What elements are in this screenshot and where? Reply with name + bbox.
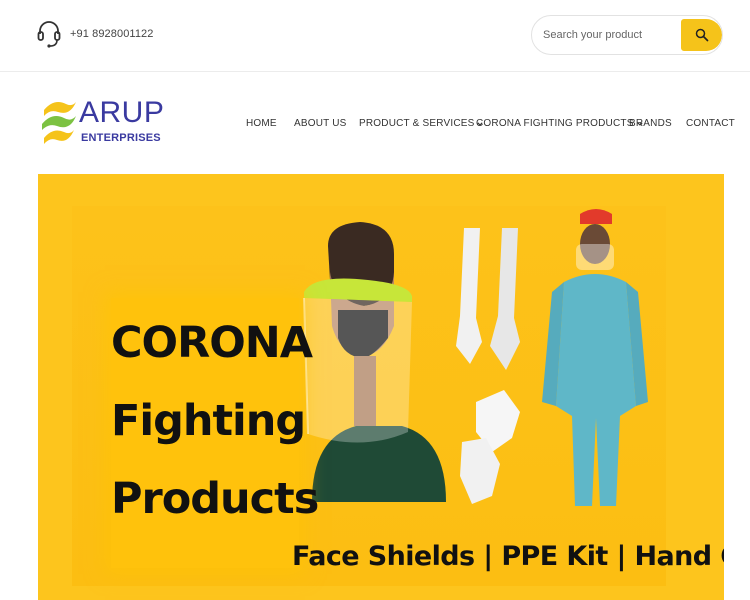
- top-bar: +91 8928001122: [0, 0, 750, 72]
- headline-line-3: Products: [111, 474, 319, 524]
- main-nav: HOME ABOUT US PRODUCT & SERVICES CORONA …: [0, 118, 750, 132]
- gloves-illustration: [456, 228, 520, 504]
- nav-corona-label: CORONA FIGHTING PRODUCTS: [476, 118, 634, 129]
- headline-line-1: CORONA: [111, 318, 313, 368]
- headline-line-2: Fighting: [111, 396, 306, 446]
- search-input[interactable]: [532, 16, 678, 54]
- phone-number[interactable]: +91 8928001122: [70, 28, 153, 40]
- search-icon: [695, 28, 708, 42]
- banner-headline: CORONA Fighting Products: [111, 304, 319, 538]
- nav-about-label: ABOUT US: [294, 118, 347, 129]
- headset-icon: [37, 21, 61, 48]
- headline-box: CORONA Fighting Products: [111, 298, 319, 568]
- brand-subtitle: ENTERPRISES: [81, 132, 161, 144]
- ppe-kit-person: [542, 209, 648, 506]
- nav-brands-label: BRANDS: [629, 118, 672, 129]
- banner-tagline: Face Shields | PPE Kit | Hand Gloves: [292, 541, 724, 572]
- nav-home-label: HOME: [246, 118, 277, 129]
- nav-corona-products[interactable]: CORONA FIGHTING PRODUCTS: [476, 118, 643, 129]
- nav-brands[interactable]: BRANDS: [629, 118, 672, 129]
- nav-home[interactable]: HOME: [246, 118, 277, 129]
- nav-products-label: PRODUCT & SERVICES: [359, 118, 475, 129]
- nav-contact[interactable]: CONTACT: [686, 118, 735, 129]
- search-button[interactable]: [681, 19, 722, 51]
- hero-banner[interactable]: CORONA Fighting Products Face Shields | …: [38, 174, 724, 600]
- nav-product-services[interactable]: PRODUCT & SERVICES: [359, 118, 484, 129]
- face-shield-person: [303, 222, 446, 502]
- nav-contact-label: CONTACT: [686, 118, 735, 129]
- search-bar: [531, 15, 723, 55]
- nav-about-us[interactable]: ABOUT US: [294, 118, 347, 129]
- banner-panel: CORONA Fighting Products: [72, 206, 666, 586]
